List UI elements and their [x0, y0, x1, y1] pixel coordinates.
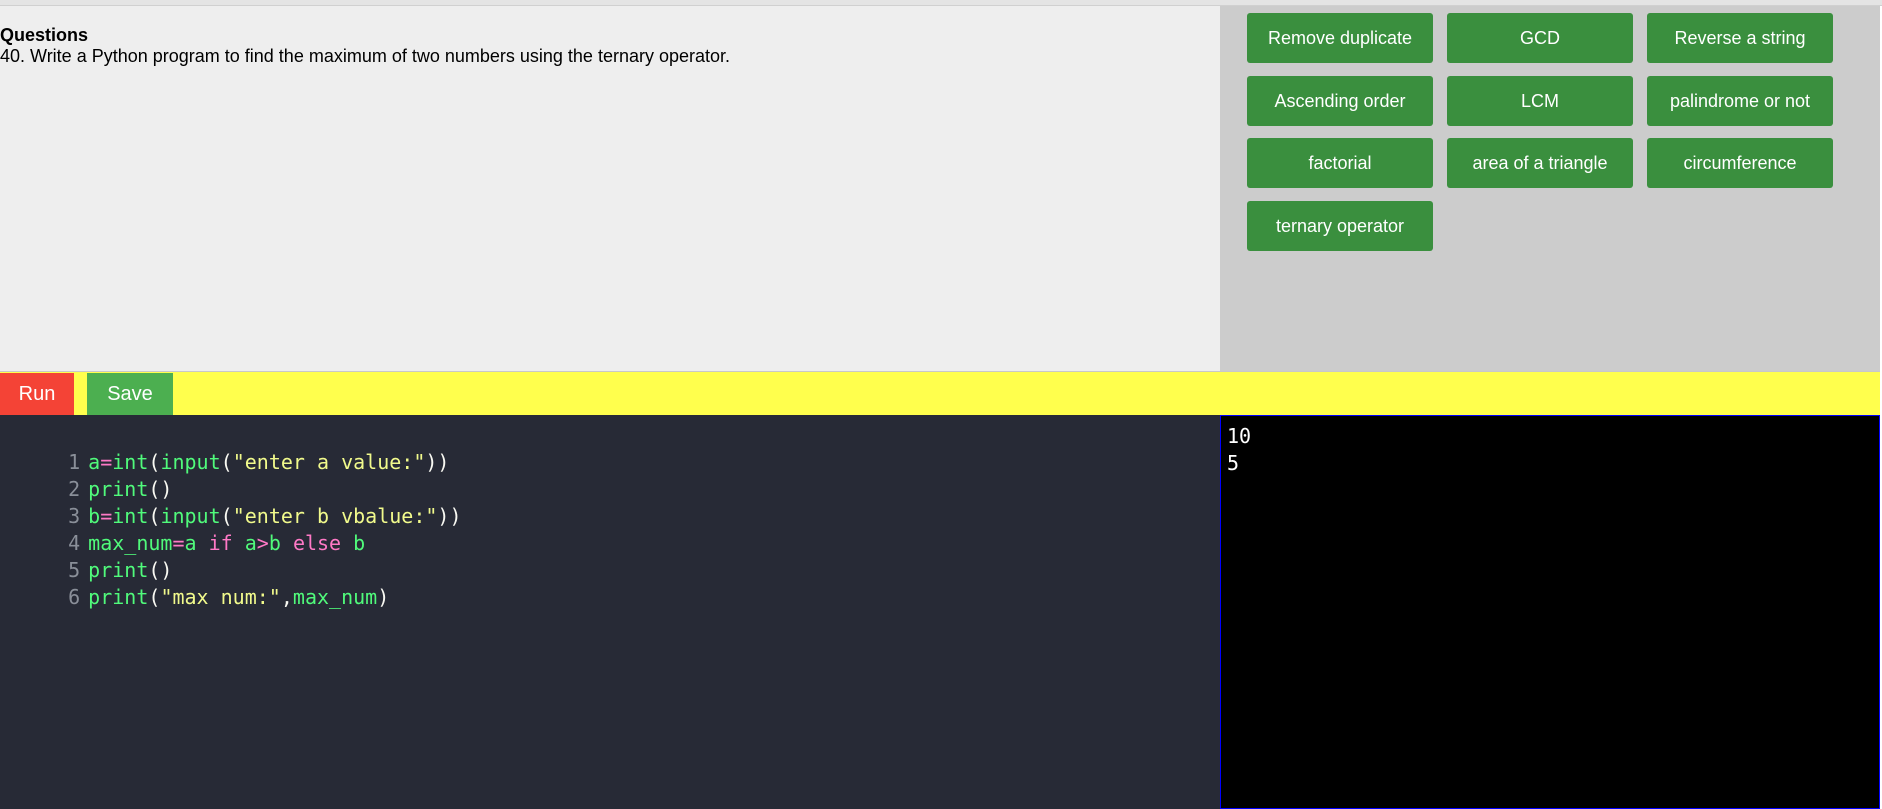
console-line: 5 [1227, 451, 1240, 475]
questions-panel: Questions 40. Write a Python program to … [0, 6, 1220, 371]
code-token: )) [437, 504, 462, 528]
run-button[interactable]: Run [0, 373, 74, 415]
console-line: 10 [1227, 424, 1252, 448]
topic-button-palindrome[interactable]: palindrome or not [1647, 76, 1833, 126]
topic-button-area-triangle[interactable]: area of a triangle [1447, 138, 1633, 188]
code-line: 1 a=int(input("enter a value:")) [0, 422, 449, 474]
code-token: if [208, 531, 233, 555]
code-token: ) [377, 585, 390, 609]
code-line: 6 print("max num:",max_num) [0, 557, 389, 609]
code-token: else [292, 531, 342, 555]
code-line: 3 b=int(input("enter b vbalue:")) [0, 476, 461, 528]
topic-button-circumference[interactable]: circumference [1647, 138, 1833, 188]
code-line: 4 max_num=a if a>b else b [0, 503, 365, 555]
code-token: ( [220, 450, 233, 474]
code-token: "enter a value:" [232, 450, 426, 474]
code-token: > [256, 531, 269, 555]
code-token: "max num:" [160, 585, 281, 609]
code-token: a [244, 531, 257, 555]
toolbar: Run Save [0, 371, 1880, 415]
code-editor[interactable]: 1 a=int(input("enter a value:")) 2 print()… [0, 415, 1220, 809]
topic-button-remove-duplicate[interactable]: Remove duplicate [1247, 13, 1433, 63]
topic-button-lcm[interactable]: LCM [1447, 76, 1633, 126]
topic-button-reverse-string[interactable]: Reverse a string [1647, 13, 1833, 63]
topic-button-factorial[interactable]: factorial [1247, 138, 1433, 188]
code-token: b [268, 531, 281, 555]
code-token: )) [425, 450, 450, 474]
questions-heading: Questions [0, 25, 89, 45]
line-number: 6 [68, 585, 81, 609]
output-console[interactable]: 10 5 [1220, 415, 1880, 809]
code-token: b [353, 531, 366, 555]
code-token: = [172, 531, 185, 555]
code-line: 5 print() [0, 530, 172, 582]
question-text: 40. Write a Python program to find the m… [0, 46, 731, 66]
code-token: print [88, 585, 149, 609]
code-token: ( [148, 585, 161, 609]
code-token: a [184, 531, 197, 555]
code-line: 2 print() [0, 449, 172, 501]
save-button[interactable]: Save [87, 373, 173, 415]
code-token: max_num [292, 585, 378, 609]
topic-button-panel: Remove duplicate GCD Reverse a string As… [1220, 6, 1880, 371]
topic-button-ascending-order[interactable]: Ascending order [1247, 76, 1433, 126]
topic-button-gcd[interactable]: GCD [1447, 13, 1633, 63]
topic-button-ternary-operator[interactable]: ternary operator [1247, 201, 1433, 251]
code-token: , [280, 585, 293, 609]
